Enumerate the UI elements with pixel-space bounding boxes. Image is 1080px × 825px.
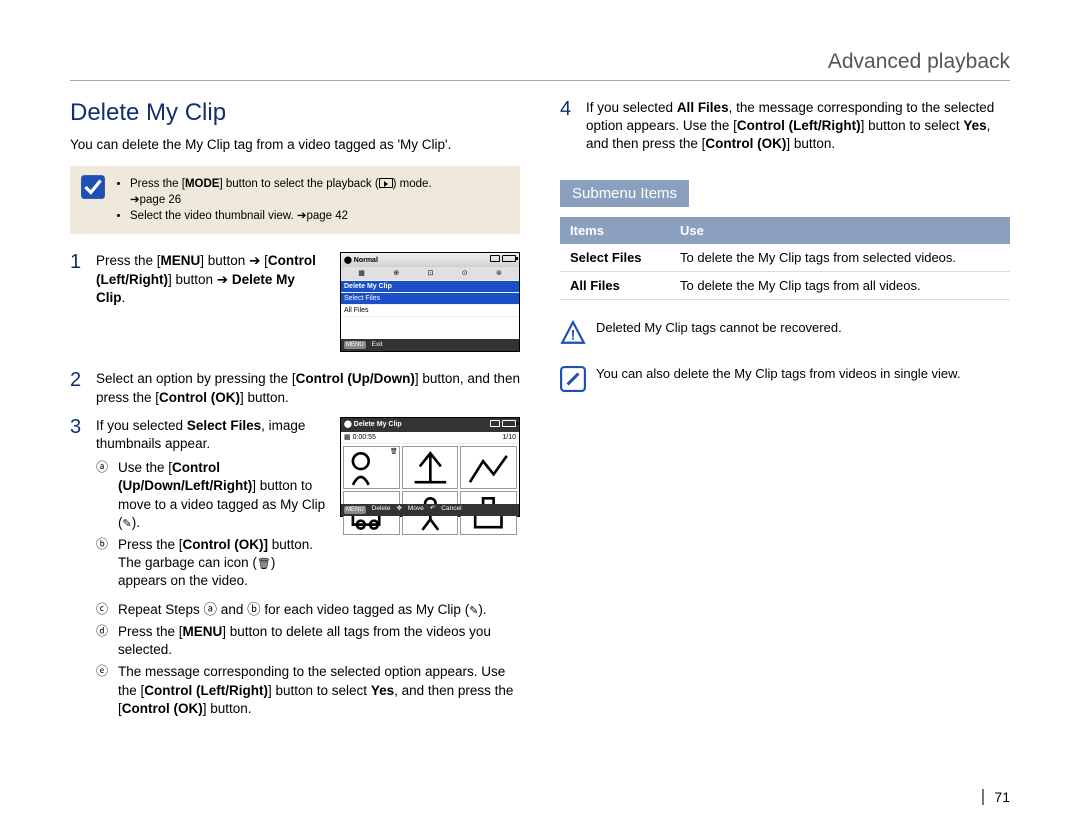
substep-e: ⓔ The message corresponding to the selec… (96, 663, 520, 718)
step-3-text: If you selected Select Files, image thum… (96, 417, 326, 453)
substep-a: ⓐ Use the [Control (Up/Down/Left/Right)]… (96, 459, 326, 532)
info-note: You can also delete the My Clip tags fro… (560, 366, 1010, 392)
step-number-4: 4 (560, 99, 586, 119)
substep-b: ⓑ Press the [Control (OK)] button. The g… (96, 536, 326, 591)
pencil-note-icon (560, 366, 586, 392)
check-icon (80, 174, 106, 200)
chapter-header: Advanced playback (70, 50, 1010, 81)
warning-icon: ! (560, 320, 586, 346)
left-column: Delete My Clip You can delete the My Cli… (70, 99, 520, 732)
trash-icon: 🗑 (390, 448, 398, 456)
step-number-1: 1 (70, 252, 96, 272)
note-bullet-1: Press the [MODE] button to select the pl… (130, 176, 508, 208)
right-column: 4 If you selected All Files, the message… (560, 99, 1010, 732)
note-box: Press the [MODE] button to select the pl… (70, 166, 520, 234)
step-4-text: If you selected All Files, the message c… (586, 99, 1010, 154)
svg-text:!: ! (571, 326, 576, 342)
step-number-3: 3 (70, 417, 96, 437)
submenu-header: Submenu Items (560, 180, 689, 207)
lcd-thumbnail-screenshot: ⬤ Delete My Clip ▦ 0:00:551/10 🗑 MENUDel… (340, 417, 520, 517)
submenu-table: Items Use Select FilesTo delete the My C… (560, 217, 1010, 300)
table-header-use: Use (670, 217, 1010, 244)
table-row: All FilesTo delete the My Clip tags from… (560, 271, 1010, 299)
table-row: Select FilesTo delete the My Clip tags f… (560, 244, 1010, 272)
substep-c: ⓒ Repeat Steps ⓐ and ⓑ for each video ta… (96, 601, 520, 619)
page-number: 71 (982, 789, 1010, 805)
section-title: Delete My Clip (70, 99, 520, 127)
intro-text: You can delete the My Clip tag from a vi… (70, 137, 520, 152)
trash-icon: 🗑 (257, 558, 271, 570)
table-header-items: Items (560, 217, 670, 244)
playback-icon (379, 178, 393, 188)
myclip-icon: ✎ (123, 518, 132, 530)
step-number-2: 2 (70, 370, 96, 390)
substep-d: ⓓ Press the [MENU] button to delete all … (96, 623, 520, 659)
step-2-text: Select an option by pressing the [Contro… (96, 370, 520, 406)
step-1-text: Press the [MENU] button ➔ [Control (Left… (96, 252, 326, 307)
note-bullet-2: Select the video thumbnail view. ➔page 4… (130, 208, 508, 224)
warning-note: ! Deleted My Clip tags cannot be recover… (560, 320, 1010, 346)
lcd-menu-screenshot: ⬤ Normal ▦⊕⊡⊙⊚ Delete My Clip Select Fil… (340, 252, 520, 352)
